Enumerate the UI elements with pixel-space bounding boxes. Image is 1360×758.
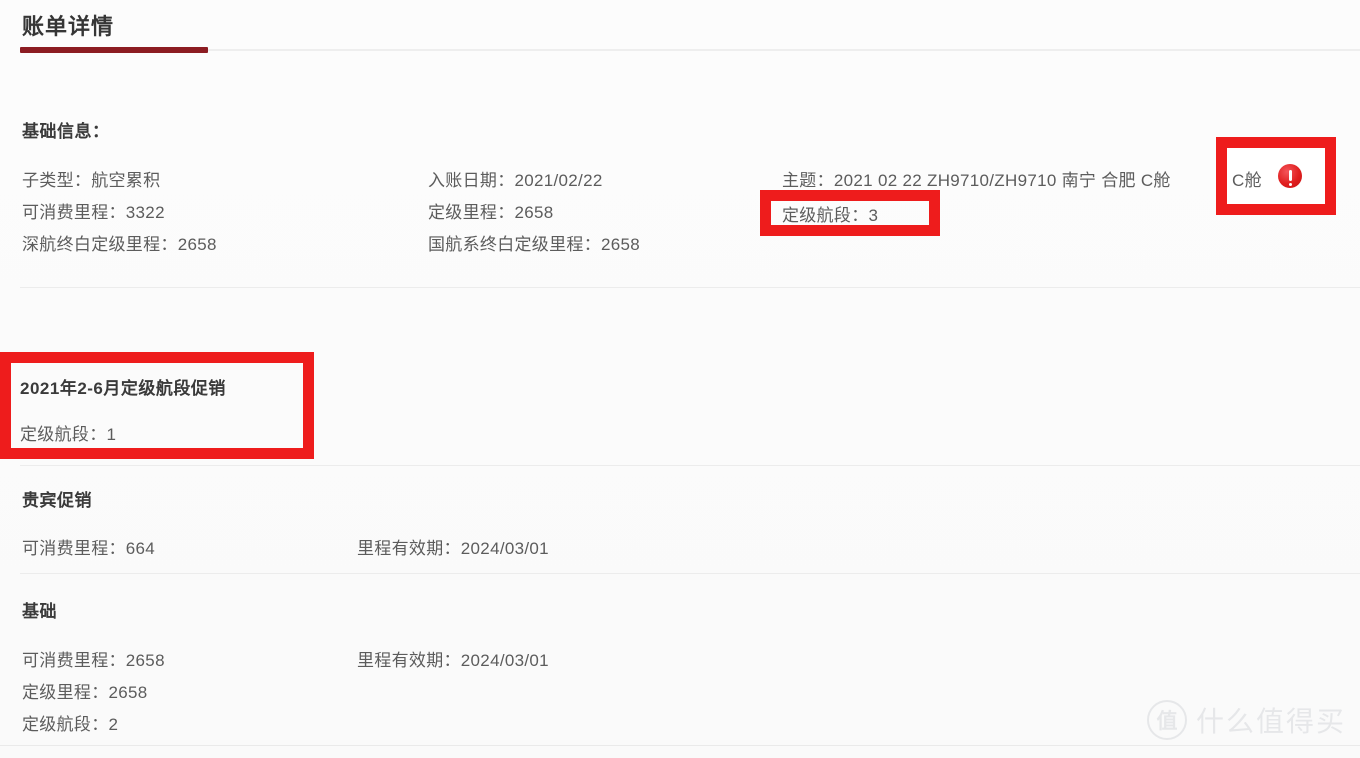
basic-info-zh-white-grade-miles: 深航终白定级里程：2658 xyxy=(22,235,217,254)
base-grade-segments: 定级航段：2 xyxy=(22,715,119,734)
basic-info-subtype: 子类型：航空累积 xyxy=(22,171,161,190)
promotion-grade-segments: 定级航段：1 xyxy=(20,425,117,444)
section-divider-basic xyxy=(20,287,1360,288)
alert-exclamation-icon-overlay[interactable] xyxy=(1278,164,1302,188)
promotion-heading: 2021年2-6月定级航段促销 xyxy=(20,379,226,398)
page-title: 账单详情 xyxy=(22,14,115,39)
alert-highlight-inner-text: C舱 xyxy=(1232,171,1262,190)
watermark: 值 什么值得买 xyxy=(1146,700,1346,740)
watermark-text: 什么值得买 xyxy=(1195,706,1346,737)
page-header: 账单详情 xyxy=(0,0,1360,54)
active-tab-underline xyxy=(20,47,208,53)
base-miles-expiry: 里程有效期：2024/03/01 xyxy=(357,651,549,670)
basic-info-heading: 基础信息： xyxy=(22,122,110,141)
base-heading: 基础 xyxy=(22,602,57,621)
footer-divider xyxy=(0,745,1360,746)
watermark-logo-icon: 值 xyxy=(1146,700,1187,740)
basic-info-subject: 主题：2021 02 22 ZH9710/ZH9710 南宁 合肥 C舱 xyxy=(782,171,1171,190)
base-spendable-miles: 可消费里程：2658 xyxy=(22,651,165,670)
vip-promotion-heading: 贵宾促销 xyxy=(22,491,92,510)
header-divider xyxy=(208,49,1360,51)
vip-spendable-miles: 可消费里程：664 xyxy=(22,539,156,558)
basic-info-ca-white-grade-miles: 国航系终白定级里程：2658 xyxy=(428,235,641,254)
basic-info-grade-miles: 定级里程：2658 xyxy=(428,203,554,222)
basic-info-grade-segments: 定级航段：3 xyxy=(782,206,879,225)
vip-miles-expiry: 里程有效期：2024/03/01 xyxy=(357,539,549,558)
section-divider-vip xyxy=(20,573,1360,574)
bill-detail-page: 账单详情 基础信息： 子类型：航空累积 可消费里程：3322 深航终白定级里程：… xyxy=(0,0,1360,758)
basic-info-post-date: 入账日期：2021/02/22 xyxy=(428,171,603,190)
exclamation-glyph xyxy=(1288,169,1292,186)
basic-info-spendable-miles: 可消费里程：3322 xyxy=(22,203,165,222)
section-divider-promotion xyxy=(20,465,1360,466)
base-grade-miles: 定级里程：2658 xyxy=(22,683,148,702)
